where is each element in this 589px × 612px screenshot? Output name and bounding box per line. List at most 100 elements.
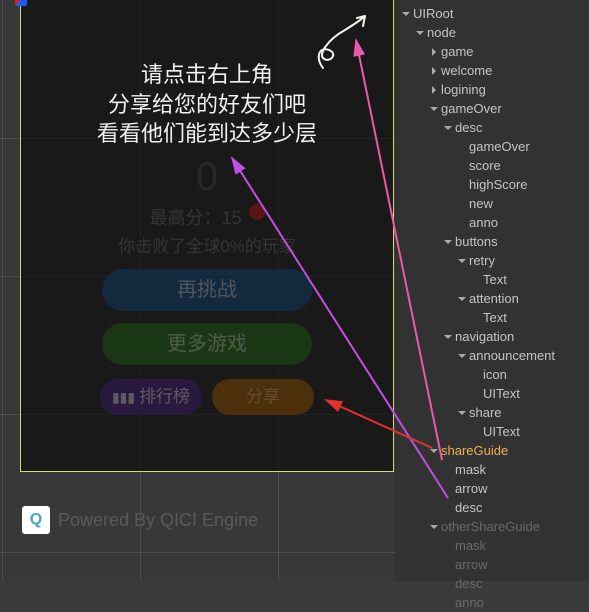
tree-item-label: shareGuide (441, 443, 508, 458)
tree-item[interactable]: Text (395, 308, 589, 327)
tree-item-label: otherShareGuide (441, 519, 540, 534)
caret-none (443, 541, 453, 551)
tree-item[interactable]: node (395, 23, 589, 42)
caret-none (457, 199, 467, 209)
game-preview-panel: 0 最高分：15 你击败了全球0%的玩家 再挑战 更多游戏 ▮▮▮排行榜 分享 … (0, 0, 395, 581)
caret-down-icon[interactable] (415, 28, 425, 38)
tree-item[interactable]: mask (395, 460, 589, 479)
tree-item[interactable]: new (395, 194, 589, 213)
tree-item[interactable]: share (395, 403, 589, 422)
tree-item-label: desc (455, 500, 482, 515)
caret-none (443, 598, 453, 608)
caret-down-icon[interactable] (443, 123, 453, 133)
caret-down-icon[interactable] (429, 446, 439, 456)
tree-item[interactable]: UIRoot (395, 4, 589, 23)
tree-item-label: UIText (483, 386, 520, 401)
tree-item-label: icon (483, 367, 507, 382)
hand-drawn-arrow-icon (305, 10, 375, 80)
hierarchy-panel[interactable]: UIRoot node game welcome logining gameOver des… (395, 0, 589, 581)
tree-item[interactable]: desc (395, 574, 589, 593)
tree-item[interactable]: navigation (395, 327, 589, 346)
caret-none (471, 389, 481, 399)
caret-none (457, 218, 467, 228)
caret-right-icon[interactable] (429, 66, 439, 76)
tree-item[interactable]: Text (395, 270, 589, 289)
tree-item[interactable]: UIText (395, 422, 589, 441)
caret-none (471, 427, 481, 437)
tree-item-label: new (469, 196, 493, 211)
tree-item-label: share (469, 405, 502, 420)
tree-item-label: desc (455, 576, 482, 591)
tree-item-label: mask (455, 538, 486, 553)
tree-item[interactable]: shareGuide (395, 441, 589, 460)
tree-item-label: anno (455, 595, 484, 610)
caret-none (471, 370, 481, 380)
tree-item[interactable]: logining (395, 80, 589, 99)
tree-item[interactable]: otherShareGuide (395, 517, 589, 536)
tree-item[interactable]: score (395, 156, 589, 175)
tree-item[interactable]: gameOver (395, 137, 589, 156)
qici-logo-icon: Q (22, 506, 50, 534)
tree-item-label: announcement (469, 348, 555, 363)
caret-down-icon[interactable] (457, 256, 467, 266)
tree-item-label: mask (455, 462, 486, 477)
caret-down-icon[interactable] (457, 351, 467, 361)
tree-item[interactable]: desc (395, 118, 589, 137)
tree-item-label: arrow (455, 557, 488, 572)
powered-by-text: Powered By QICI Engine (58, 510, 258, 531)
caret-down-icon[interactable] (457, 294, 467, 304)
tree-item[interactable]: anno (395, 593, 589, 612)
tree-item-label: Text (483, 272, 507, 287)
tree-item-label: UIRoot (413, 6, 453, 21)
tree-item[interactable]: gameOver (395, 99, 589, 118)
tree-item[interactable]: desc (395, 498, 589, 517)
tree-item[interactable]: UIText (395, 384, 589, 403)
tree-item-label: game (441, 44, 474, 59)
tree-item[interactable]: mask (395, 536, 589, 555)
tree-item-label: desc (455, 120, 482, 135)
tree-item-label: highScore (469, 177, 528, 192)
tree-item-label: welcome (441, 63, 492, 78)
tree-item-label: anno (469, 215, 498, 230)
tree-item[interactable]: game (395, 42, 589, 61)
caret-none (471, 313, 481, 323)
caret-none (457, 180, 467, 190)
tree-item-label: arrow (455, 481, 488, 496)
caret-none (457, 142, 467, 152)
tree-item[interactable]: announcement (395, 346, 589, 365)
caret-none (443, 560, 453, 570)
tree-item-label: gameOver (441, 101, 502, 116)
caret-none (443, 503, 453, 513)
share-guide-line3: 看看他们能到达多少层 (20, 119, 394, 149)
tree-item[interactable]: retry (395, 251, 589, 270)
caret-none (471, 275, 481, 285)
tree-item-label: gameOver (469, 139, 530, 154)
caret-none (443, 579, 453, 589)
caret-none (443, 465, 453, 475)
tree-item[interactable]: icon (395, 365, 589, 384)
caret-right-icon[interactable] (429, 85, 439, 95)
share-guide-line2: 分享给您的好友们吧 (20, 90, 394, 120)
qici-footer: Q Powered By QICI Engine (22, 506, 258, 534)
tree-item[interactable]: arrow (395, 479, 589, 498)
tree-item-label: score (469, 158, 501, 173)
caret-down-icon[interactable] (457, 408, 467, 418)
tree-item-label: UIText (483, 424, 520, 439)
tree-item[interactable]: highScore (395, 175, 589, 194)
caret-down-icon[interactable] (429, 522, 439, 532)
caret-down-icon[interactable] (443, 237, 453, 247)
tree-item[interactable]: arrow (395, 555, 589, 574)
tree-item-label: buttons (455, 234, 498, 249)
caret-right-icon[interactable] (429, 47, 439, 57)
tree-item[interactable]: buttons (395, 232, 589, 251)
tree-item-label: Text (483, 310, 507, 325)
tree-item[interactable]: anno (395, 213, 589, 232)
tree-item-label: retry (469, 253, 495, 268)
tree-item-label: navigation (455, 329, 514, 344)
caret-down-icon[interactable] (443, 332, 453, 342)
caret-down-icon[interactable] (401, 9, 411, 19)
tree-item[interactable]: welcome (395, 61, 589, 80)
tree-item[interactable]: attention (395, 289, 589, 308)
caret-down-icon[interactable] (429, 104, 439, 114)
caret-none (457, 161, 467, 171)
